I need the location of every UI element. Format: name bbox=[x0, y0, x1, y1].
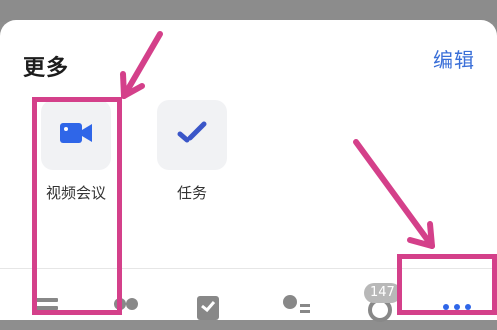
documents-icon[interactable] bbox=[195, 292, 225, 322]
workspace-badge: 147 bbox=[364, 283, 401, 303]
task-label: 任务 bbox=[176, 184, 207, 202]
user-list-icon[interactable] bbox=[278, 292, 310, 322]
tabbar-divider bbox=[0, 268, 497, 269]
sheet-title: 更多 bbox=[23, 56, 70, 81]
messages-icon[interactable] bbox=[34, 292, 64, 322]
bottom-tab-bar bbox=[0, 270, 497, 322]
video-camera-icon bbox=[58, 118, 94, 152]
contacts-icon[interactable] bbox=[110, 292, 140, 322]
edit-button[interactable]: 编辑 bbox=[433, 44, 475, 73]
task-tile[interactable] bbox=[157, 100, 227, 170]
more-dots-icon[interactable] bbox=[440, 300, 471, 330]
dimmed-background bbox=[0, 0, 497, 22]
task-check-icon bbox=[174, 118, 210, 152]
video-meeting-tile[interactable] bbox=[41, 100, 111, 170]
video-meeting-label: 视频会议 bbox=[45, 184, 106, 202]
